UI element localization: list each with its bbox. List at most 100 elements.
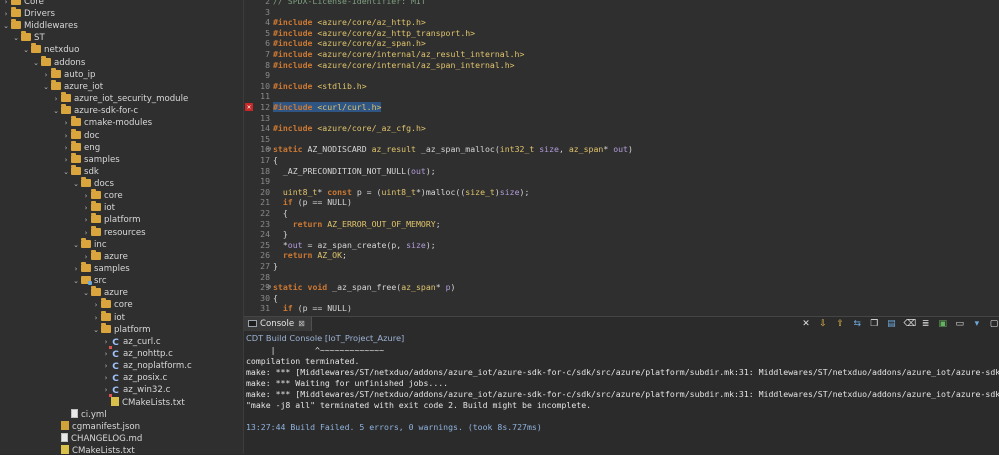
open-console-icon[interactable]: ▾	[972, 319, 982, 329]
tree-item[interactable]: › platform	[82, 213, 141, 226]
clear-console-icon[interactable]: ⌫	[904, 319, 917, 329]
chevron-right-icon[interactable]: ›	[72, 263, 80, 275]
tree-item[interactable]: ⌄ azure-sdk-for-c	[52, 104, 138, 117]
code-line[interactable]: 31 if (p == NULL)	[244, 303, 999, 314]
code-line[interactable]: 25 *out = az_span_create(p, size);	[244, 240, 999, 251]
tree-item[interactable]: › Core	[2, 0, 44, 8]
chevron-down-icon[interactable]: ⌄	[32, 57, 40, 69]
code-line[interactable]: 4 #include <azure/core/az_http.h>	[244, 17, 999, 28]
tree-item[interactable]: CMakeLists.txt	[102, 397, 185, 409]
tree-item[interactable]: CMakeLists.txt	[52, 445, 135, 454]
code-line[interactable]: 24 }	[244, 229, 999, 240]
code-line[interactable]: 15	[244, 134, 999, 145]
chevron-right-icon[interactable]: ›	[102, 360, 110, 372]
chevron-down-icon[interactable]: ⌄	[62, 166, 70, 178]
chevron-down-icon[interactable]: ⌄	[82, 287, 90, 299]
tree-item[interactable]: › core	[92, 298, 133, 311]
tree-item[interactable]: ⌄ platform	[92, 323, 151, 336]
code-line[interactable]: 3	[244, 7, 999, 18]
close-icon[interactable]: ⊠	[298, 319, 305, 328]
terminate-icon[interactable]: ✕	[801, 319, 811, 329]
tree-item[interactable]: ⌄ Middlewares	[2, 19, 78, 32]
code-line[interactable]: 29 ⊖ static void _az_span_free(az_span* p)	[244, 282, 999, 293]
code-line[interactable]: 19	[244, 176, 999, 187]
code-line[interactable]: 28	[244, 272, 999, 283]
chevron-right-icon[interactable]: ›	[92, 312, 100, 324]
code-line[interactable]: 20 uint8_t* const p = (uint8_t*)malloc((…	[244, 187, 999, 198]
code-line[interactable]: 5 #include <azure/core/az_http_transport.…	[244, 28, 999, 39]
code-line[interactable]: 22 {	[244, 208, 999, 219]
scroll-lock-icon[interactable]: ▤	[886, 319, 896, 329]
chevron-right-icon[interactable]: ›	[92, 299, 100, 311]
tree-item[interactable]: › azure	[82, 250, 128, 263]
copy-icon[interactable]: ❐	[869, 319, 879, 329]
code-line[interactable]: ✕ 12 #include <curl/curl.h>	[244, 102, 999, 113]
chevron-down-icon[interactable]: ⌄	[72, 239, 80, 251]
view-menu-icon[interactable]: ▢	[989, 319, 999, 329]
tree-item[interactable]: ›az_win32.c	[102, 384, 170, 397]
code-line[interactable]: 14 #include <azure/core/_az_cfg.h>	[244, 123, 999, 134]
code-editor[interactable]: 2// SPDX-License-Identifier: MIT 3 4 #inclu…	[244, 0, 999, 316]
tree-item[interactable]: › iot	[82, 201, 115, 214]
code-line[interactable]: 2// SPDX-License-Identifier: MIT	[244, 0, 999, 7]
code-line[interactable]: 8 #include <azure/core/internal/az_span_i…	[244, 60, 999, 71]
chevron-down-icon[interactable]: ⌄	[52, 105, 60, 117]
code-line[interactable]: 18 _AZ_PRECONDITION_NOT_NULL(out);	[244, 166, 999, 177]
tree-item[interactable]: › iot	[92, 311, 125, 324]
tree-item[interactable]: › az_nohttp.c	[102, 348, 173, 360]
console-tab[interactable]: Console ⊠	[244, 317, 312, 331]
fold-icon[interactable]: ⊖	[267, 282, 271, 293]
code-line[interactable]: 27}	[244, 261, 999, 272]
chevron-right-icon[interactable]: ›	[102, 372, 110, 384]
code-line[interactable]: 11	[244, 91, 999, 102]
show-error-icon[interactable]: ⇆	[852, 319, 862, 329]
tree-item[interactable]: › cmake-modules	[62, 116, 152, 129]
code-line[interactable]: 23 return AZ_ERROR_OUT_OF_MEMORY;	[244, 219, 999, 230]
tree-item[interactable]: › az_posix.c	[102, 372, 168, 384]
code-line[interactable]: 30{	[244, 293, 999, 304]
tree-item[interactable]: ⌄ netxduo	[22, 43, 79, 56]
tree-item[interactable]: › core	[82, 189, 123, 202]
chevron-right-icon[interactable]: ›	[82, 214, 90, 226]
code-line[interactable]: 21 if (p == NULL)	[244, 197, 999, 208]
tree-item[interactable]: ⌄ ST	[12, 31, 45, 44]
chevron-right-icon[interactable]: ›	[82, 202, 90, 214]
tree-item[interactable]: › Drivers	[2, 7, 55, 20]
tree-item[interactable]: › resources	[82, 226, 146, 239]
previous-error-icon[interactable]: ⇧	[835, 319, 845, 329]
tree-item[interactable]: ›az_curl.c	[102, 336, 161, 349]
code-line[interactable]: 13	[244, 113, 999, 124]
tree-item[interactable]: ⌄ inc	[72, 238, 107, 251]
code-line[interactable]: 7 #include <azure/core/internal/az_result…	[244, 49, 999, 60]
chevron-down-icon[interactable]: ⌄	[2, 20, 10, 32]
chevron-right-icon[interactable]: ›	[62, 130, 70, 142]
tree-item[interactable]: › auto_ip	[42, 68, 95, 81]
fold-icon[interactable]: ⊖	[267, 144, 271, 155]
code-line[interactable]: 6 #include <azure/core/az_span.h>	[244, 38, 999, 49]
tree-item[interactable]: CHANGELOG.md	[52, 433, 142, 445]
tree-item[interactable]: › doc	[62, 129, 99, 142]
chevron-down-icon[interactable]: ⌄	[72, 178, 80, 190]
chevron-down-icon[interactable]: ⌄	[92, 324, 100, 336]
tree-item[interactable]: › azure_iot_security_module	[52, 92, 188, 105]
tree-item[interactable]: ci.yml	[62, 409, 107, 421]
chevron-right-icon[interactable]: ›	[82, 190, 90, 202]
chevron-right-icon[interactable]: ›	[2, 8, 10, 20]
chevron-down-icon[interactable]: ⌄	[22, 44, 30, 56]
chevron-right-icon[interactable]: ›	[42, 69, 50, 81]
chevron-right-icon[interactable]: ›	[102, 348, 110, 360]
clear-all-icon[interactable]: ≣	[921, 319, 931, 329]
tree-item[interactable]: ⌄ addons	[32, 56, 85, 69]
pin-console-icon[interactable]: ▣	[938, 319, 948, 329]
chevron-right-icon[interactable]: ›	[62, 154, 70, 166]
chevron-down-icon[interactable]: ⌄	[72, 275, 80, 287]
tree-item[interactable]: cgmanifest.json	[52, 421, 140, 433]
code-line[interactable]: 16 ⊖ static AZ_NODISCARD az_result _az_spa…	[244, 144, 999, 155]
tree-item[interactable]: ⌄ azure_iot	[42, 80, 103, 93]
chevron-down-icon[interactable]: ⌄	[12, 32, 20, 44]
next-error-icon[interactable]: ⇩	[818, 319, 828, 329]
chevron-right-icon[interactable]: ›	[62, 117, 70, 129]
chevron-right-icon[interactable]: ›	[62, 142, 70, 154]
code-line[interactable]: 9	[244, 70, 999, 81]
display-selected-console-icon[interactable]: ▭	[955, 319, 965, 329]
